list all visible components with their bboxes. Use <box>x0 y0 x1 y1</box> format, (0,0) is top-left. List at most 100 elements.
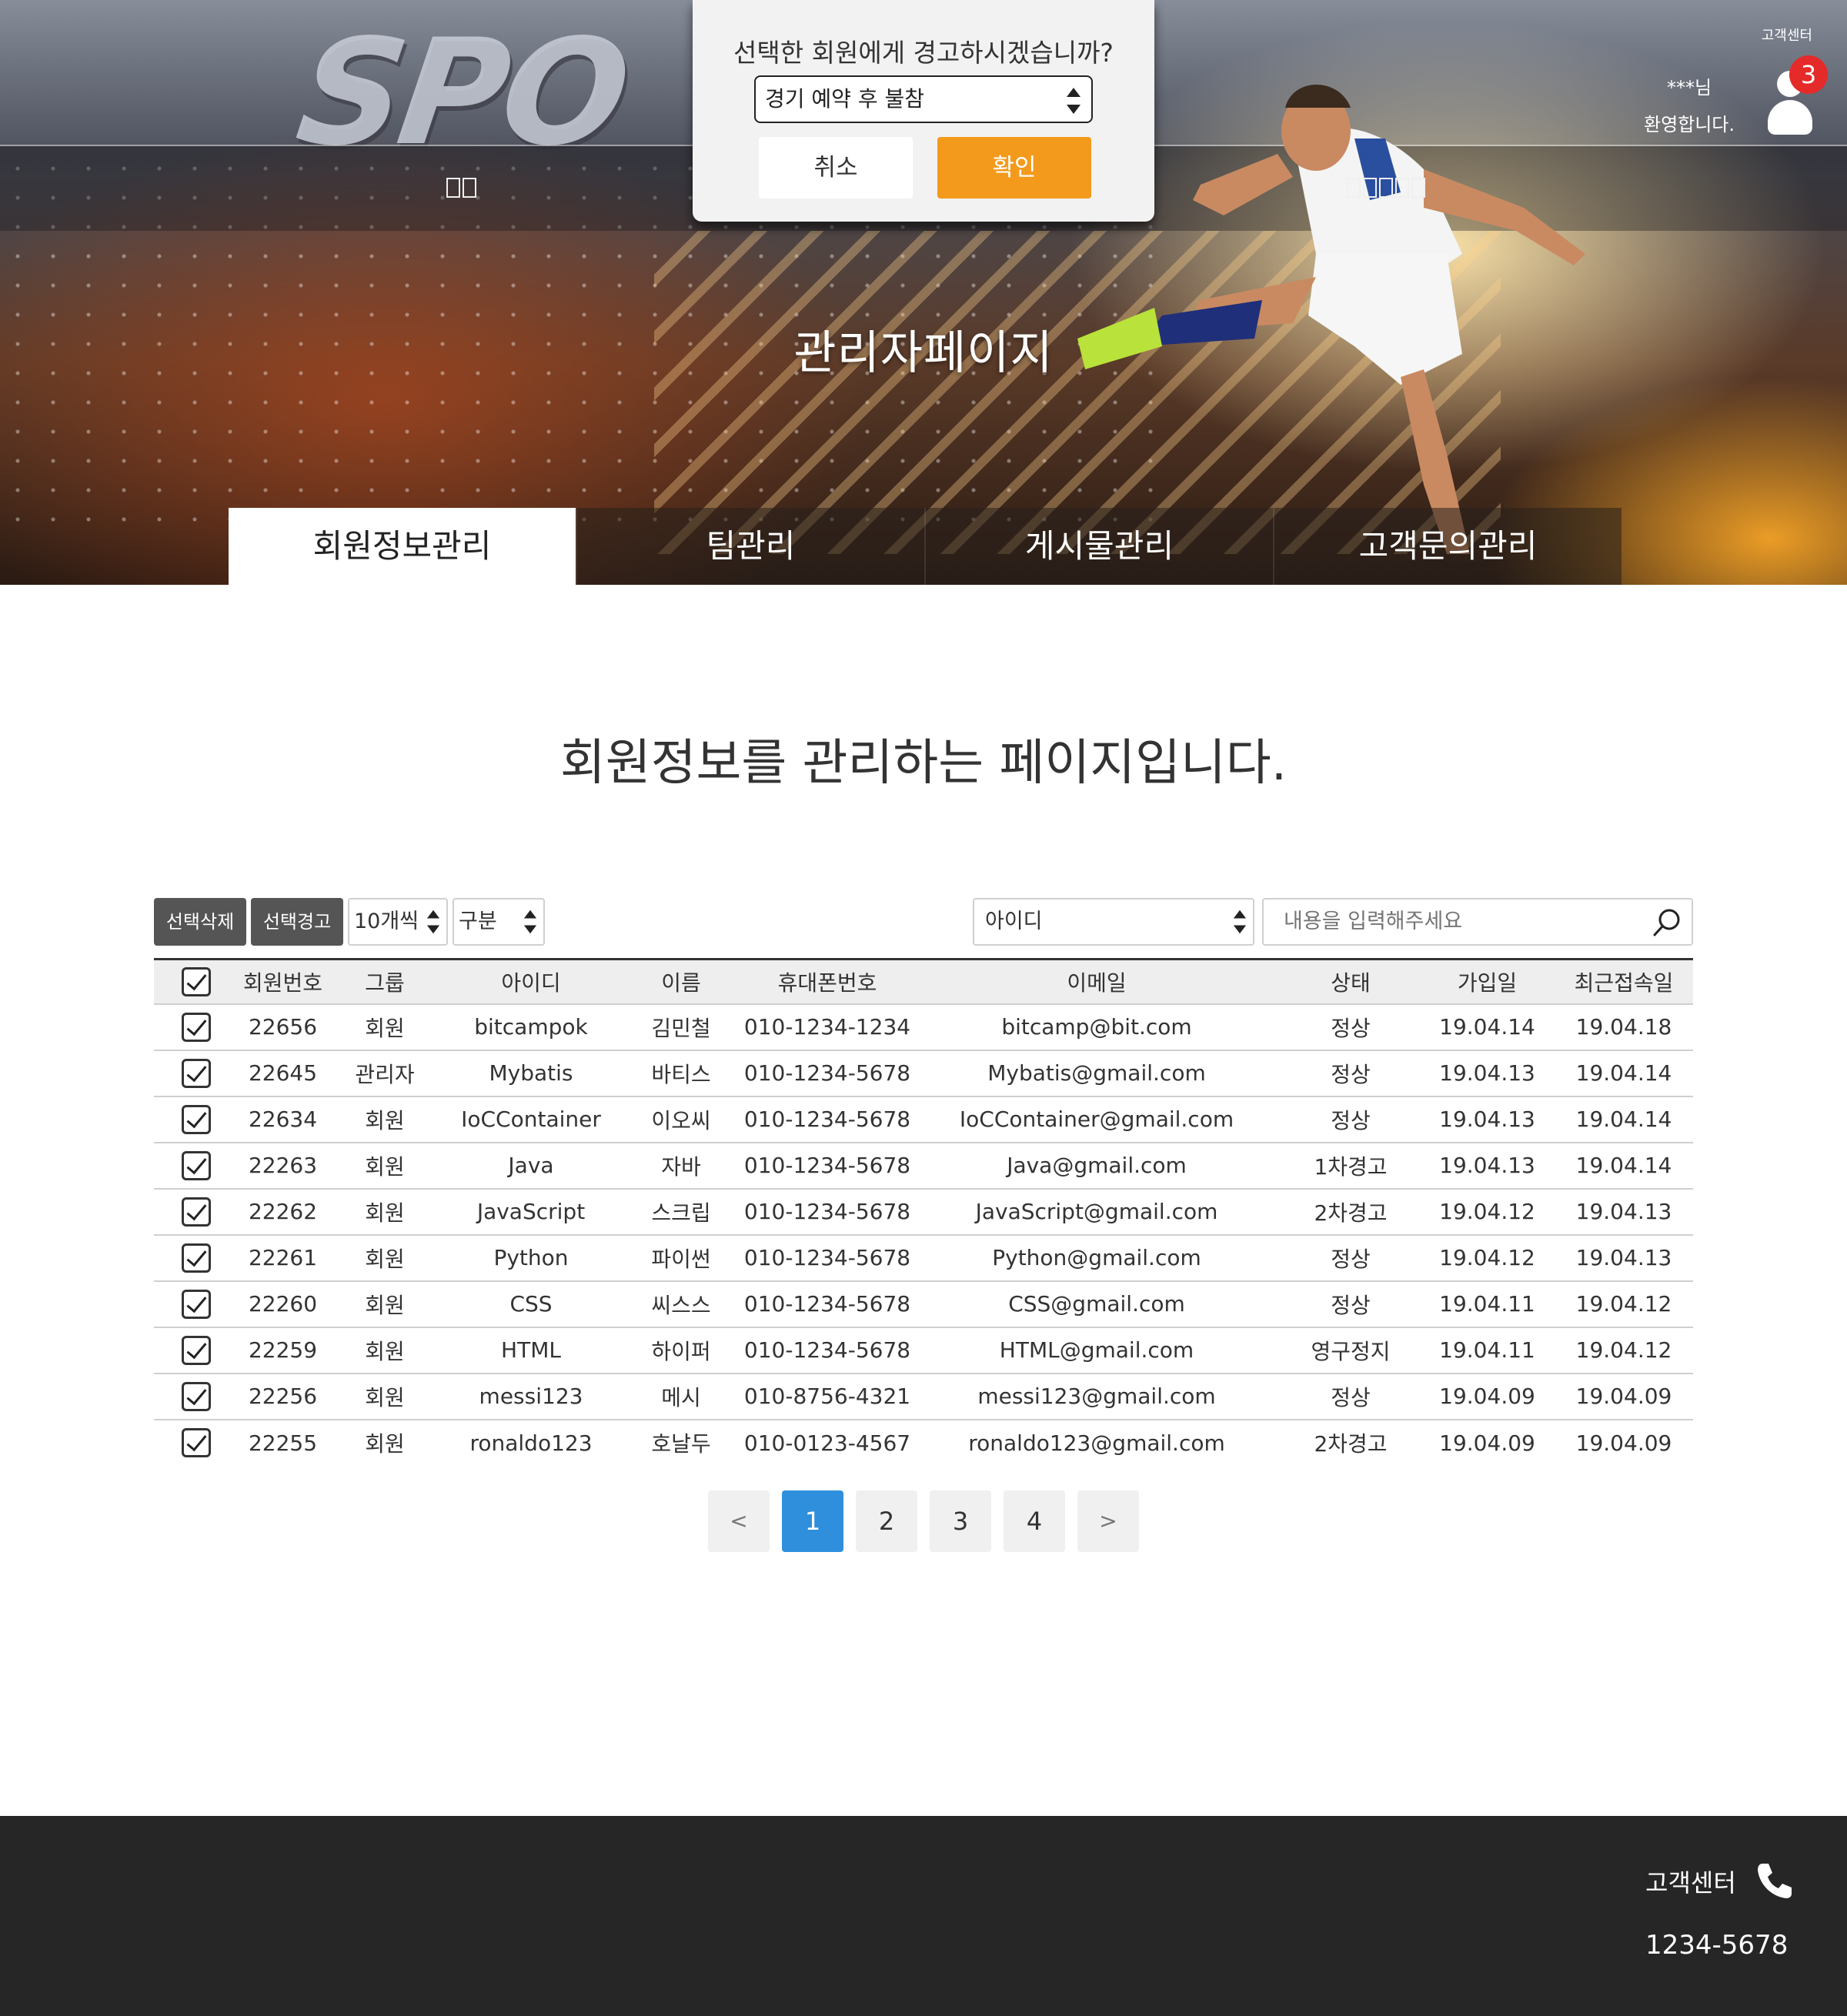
cell-id: Python <box>443 1233 620 1281</box>
table-row[interactable]: 22656 회원 bitcampok 김민철 010-1234-1234 bitcamp@… <box>154 1003 1693 1050</box>
cell-status: 정상 <box>1281 1095 1420 1143</box>
row-checkbox[interactable] <box>182 1289 211 1319</box>
cell-status: 정상 <box>1281 1049 1420 1096</box>
per-page-select[interactable]: 10개씩 <box>348 898 448 946</box>
table-header-row: 회원번호 그룹 아이디 이름 휴대폰번호 이메일 상태 가입일 최근접속일 <box>154 959 1693 1004</box>
cell-phone: 010-1234-5678 <box>743 1326 912 1373</box>
confirm-button[interactable]: 확인 <box>937 137 1091 199</box>
page-button-1[interactable]: 1 <box>782 1490 843 1552</box>
table-row[interactable]: 22645 관리자 Mybatis 바티스 010-1234-5678 Mybatis@g… <box>154 1049 1693 1096</box>
checkbox-cell <box>154 1233 239 1281</box>
cell-email: messi123@gmail.com <box>912 1372 1281 1420</box>
row-checkbox[interactable] <box>182 1058 211 1088</box>
search-input[interactable] <box>1284 900 1638 944</box>
cancel-button[interactable]: 취소 <box>759 137 913 199</box>
cell-phone: 010-1234-5678 <box>743 1280 912 1327</box>
header-cell[interactable]: 아이디 <box>443 960 620 1004</box>
page-button-3[interactable]: 3 <box>930 1490 991 1552</box>
header-cell[interactable]: 회원번호 <box>239 960 327 1004</box>
header-cell[interactable]: 이메일 <box>912 960 1281 1004</box>
table-row[interactable]: 22259 회원 HTML 하이퍼 010-1234-5678 HTML@gmail.co… <box>154 1326 1693 1373</box>
cell-status: 2차경고 <box>1281 1187 1420 1235</box>
table-row[interactable]: 22260 회원 CSS 씨스스 010-1234-5678 CSS@gmail.com 정… <box>154 1280 1693 1327</box>
header-cell[interactable]: 휴대폰번호 <box>743 960 912 1004</box>
prev-page-button[interactable]: < <box>708 1490 770 1552</box>
cell-status: 2차경고 <box>1281 1418 1420 1466</box>
header-cell[interactable]: 최근접속일 <box>1555 960 1693 1004</box>
select-all-checkbox[interactable] <box>182 966 211 996</box>
cell-status: 정상 <box>1281 1372 1420 1420</box>
search-field-select[interactable]: 아이디 <box>973 898 1254 946</box>
cell-phone: 010-8756-4321 <box>743 1372 912 1420</box>
cell-id: bitcampok <box>443 1003 620 1050</box>
cell-last: 19.04.09 <box>1555 1372 1693 1420</box>
customer-center-link[interactable]: 고객센터 <box>1762 25 1812 45</box>
table-row[interactable]: 22261 회원 Python 파이썬 010-1234-5678 Python@gmai… <box>154 1233 1693 1281</box>
welcome-text: ***님 환영합니다. <box>1632 69 1747 143</box>
select-arrows-icon <box>523 910 537 934</box>
cell-no: 22255 <box>239 1418 327 1466</box>
cell-id: IoCContainer <box>443 1095 620 1143</box>
cell-status: 정상 <box>1281 1003 1420 1050</box>
table-row[interactable]: 22256 회원 messi123 메시 010-8756-4321 messi123@g… <box>154 1372 1693 1420</box>
cell-no: 22634 <box>239 1095 327 1143</box>
row-checkbox[interactable] <box>182 1104 211 1134</box>
header-cell[interactable]: 이름 <box>620 960 743 1004</box>
checkbox-cell <box>154 1003 239 1050</box>
cell-joined: 19.04.14 <box>1420 1003 1555 1050</box>
row-checkbox[interactable] <box>182 1197 211 1227</box>
cell-id: CSS <box>443 1280 620 1327</box>
table-row[interactable]: 22262 회원 JavaScript 스크립 010-1234-5678 JavaScr… <box>154 1187 1693 1235</box>
cell-no: 22656 <box>239 1003 327 1050</box>
header-cell[interactable]: 상태 <box>1281 960 1420 1004</box>
nav-item-placeholder-1[interactable] <box>446 173 479 200</box>
page-button-4[interactable]: 4 <box>1004 1490 1065 1552</box>
page-button-2[interactable]: 2 <box>856 1490 917 1552</box>
tab-inquiries[interactable]: 고객문의관리 <box>1273 508 1622 585</box>
warn-reason-select[interactable]: 경기 예약 후 불참 <box>754 75 1093 123</box>
delete-selected-button[interactable]: 선택삭제 <box>154 898 246 946</box>
cell-group: 회원 <box>327 1280 443 1327</box>
row-checkbox[interactable] <box>182 1243 211 1273</box>
tab-team[interactable]: 팀관리 <box>576 508 924 585</box>
cell-name: 바티스 <box>620 1049 743 1096</box>
select-arrows-icon <box>1067 88 1080 114</box>
category-select[interactable]: 구분 <box>453 898 545 946</box>
notification-badge[interactable]: 3 <box>1789 55 1828 94</box>
checkbox-cell <box>154 1326 239 1373</box>
header-cell[interactable]: 가입일 <box>1420 960 1555 1004</box>
cell-group: 회원 <box>327 1326 443 1373</box>
cell-last: 19.04.18 <box>1555 1003 1693 1050</box>
cell-last: 19.04.14 <box>1555 1141 1693 1189</box>
search-icon[interactable] <box>1652 907 1682 938</box>
footer-phone-number: 1234-5678 <box>1645 1930 1789 1961</box>
tab-posts[interactable]: 게시물관리 <box>924 508 1273 585</box>
cell-last: 19.04.13 <box>1555 1187 1693 1235</box>
warn-reason-value: 경기 예약 후 불참 <box>765 86 925 112</box>
per-page-value: 10개씩 <box>354 910 419 933</box>
next-page-button[interactable]: > <box>1077 1490 1139 1552</box>
cell-last: 19.04.14 <box>1555 1049 1693 1096</box>
row-checkbox[interactable] <box>182 1012 211 1042</box>
select-arrows-icon <box>1233 910 1247 934</box>
row-checkbox[interactable] <box>182 1335 211 1365</box>
cell-group: 회원 <box>327 1187 443 1235</box>
cell-name: 하이퍼 <box>620 1326 743 1373</box>
member-table: 회원번호 그룹 아이디 이름 휴대폰번호 이메일 상태 가입일 최근접속일 22… <box>154 958 1693 1466</box>
table-row[interactable]: 22263 회원 Java 자바 010-1234-5678 Java@gmail.com… <box>154 1141 1693 1189</box>
cell-joined: 19.04.09 <box>1420 1418 1555 1466</box>
table-row[interactable]: 22634 회원 IoCContainer 이오씨 010-1234-5678 IoCCo… <box>154 1095 1693 1143</box>
cell-id: ronaldo123 <box>443 1418 620 1466</box>
tab-member-info[interactable]: 회원정보관리 <box>229 508 576 585</box>
row-checkbox[interactable] <box>182 1428 211 1457</box>
dialog-title: 선택한 회원에게 경고하시겠습니까? <box>733 38 1114 68</box>
table-row[interactable]: 22255 회원 ronaldo123 호날두 010-0123-4567 ronaldo… <box>154 1418 1693 1466</box>
row-checkbox[interactable] <box>182 1381 211 1411</box>
row-checkbox[interactable] <box>182 1150 211 1180</box>
cell-email: IoCContainer@gmail.com <box>912 1095 1281 1143</box>
header-cell[interactable]: 그룹 <box>327 960 443 1004</box>
cell-phone: 010-1234-1234 <box>743 1003 912 1050</box>
checkbox-cell <box>154 1372 239 1420</box>
nav-item-placeholder-2[interactable] <box>1347 173 1428 200</box>
warn-selected-button[interactable]: 선택경고 <box>251 898 343 946</box>
